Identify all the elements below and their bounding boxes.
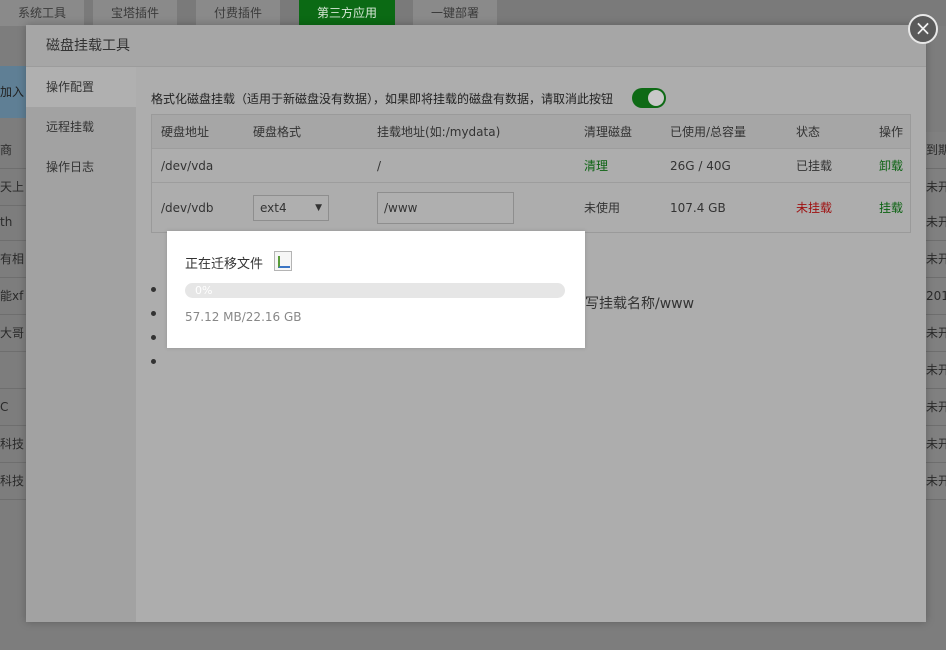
sidebar-item-operation-log[interactable]: 操作日志 (26, 147, 136, 187)
status-mounted: 已挂载 (796, 159, 833, 173)
background-row-left: th (0, 204, 26, 241)
header-clean: 清理磁盘 (584, 125, 633, 139)
header-status: 状态 (796, 125, 821, 139)
mount-path-cell (377, 183, 514, 232)
background-row-right: 未开 (926, 241, 946, 278)
header-format: 硬盘格式 (253, 125, 302, 139)
progress-percent: 0% (195, 284, 213, 297)
background-row-left (0, 352, 26, 389)
cell-clean: 未使用 (584, 201, 621, 215)
format-select-cell: ext4 ▼ (253, 183, 329, 232)
background-row-left: 科技 (0, 463, 26, 500)
background-row-left: 能xf (0, 278, 26, 315)
cell-device: /dev/vdb (161, 200, 214, 215)
format-select-value: ext4 (260, 200, 287, 215)
migration-progress-dialog: 正在迁移文件 0% 57.12 MB/22.16 GB (167, 231, 585, 348)
cell-device: /dev/vda (161, 158, 214, 173)
table-row: /dev/vdb ext4 ▼ 未使用 107.4 GB 未挂载 挂载 (152, 183, 910, 232)
caret-down-icon: ▼ (315, 202, 322, 213)
background-row-right: 2019 (926, 278, 946, 315)
background-row-right: 到期 (926, 132, 946, 169)
background-row-left: 天上 (0, 169, 26, 206)
close-icon[interactable]: × (908, 14, 938, 44)
background-tab-bar: 系统工具 宝塔插件 付费插件 第三方应用 一键部署 (0, 0, 946, 26)
list-item (151, 349, 169, 373)
background-row-right: 未开 (926, 352, 946, 389)
progress-size: 57.12 MB/22.16 GB (185, 310, 302, 324)
tab-third-party[interactable]: 第三方应用 (299, 0, 396, 26)
background-row-right: 未开 (926, 169, 946, 206)
tab-system-tools[interactable]: 系统工具 (0, 0, 85, 26)
header-usage: 已使用/总容量 (670, 125, 747, 139)
disk-table: 硬盘地址 硬盘格式 挂载地址(如:/mydata) 清理磁盘 已使用/总容量 状… (151, 114, 911, 233)
tab-one-click-deploy[interactable]: 一键部署 (413, 0, 498, 26)
background-row-right: 未开 (926, 426, 946, 463)
background-row-right: 未开 (926, 315, 946, 352)
table-header-row: 硬盘地址 硬盘格式 挂载地址(如:/mydata) 清理磁盘 已使用/总容量 状… (152, 115, 910, 149)
progress-title: 正在迁移文件 (185, 257, 264, 272)
background-row-left: 科技 (0, 426, 26, 463)
header-device: 硬盘地址 (161, 125, 210, 139)
toggle-knob (648, 90, 664, 106)
status-unmounted: 未挂载 (796, 201, 833, 215)
sidebar-item-remote-mount[interactable]: 远程挂载 (26, 107, 136, 147)
clean-link[interactable]: 清理 (584, 149, 608, 182)
modal-sidebar: 操作配置 远程挂载 操作日志 (26, 67, 136, 622)
note-text-fragment: 写挂载名称/www (585, 296, 695, 312)
background-row-left: 商 (0, 132, 26, 169)
bullet-icon (151, 311, 156, 316)
cell-usage: 26G / 40G (670, 158, 731, 173)
background-row-left: 大哥 (0, 315, 26, 352)
broken-image-icon (274, 251, 292, 271)
bullet-icon (151, 287, 156, 292)
background-notice-strip: 加入 (0, 66, 26, 118)
format-mount-label: 格式化磁盘挂载（适用于新磁盘没有数据），如果即将挂载的磁盘有数据，请取消此按钮 (151, 92, 614, 106)
tab-paid-plugins[interactable]: 付费插件 (196, 0, 281, 26)
background-row-right: 未开 (926, 204, 946, 241)
format-select[interactable]: ext4 ▼ (253, 194, 329, 221)
background-row-right: 未开 (926, 463, 946, 500)
header-action: 操作 (879, 125, 904, 139)
header-mount-path: 挂载地址(如:/mydata) (377, 125, 501, 139)
mount-path-input[interactable] (377, 191, 514, 224)
tab-bt-plugins[interactable]: 宝塔插件 (93, 0, 178, 26)
modal-title: 磁盘挂载工具 (26, 25, 926, 67)
cell-mount-path: / (377, 158, 382, 173)
cell-usage: 107.4 GB (670, 200, 726, 215)
bullet-icon (151, 359, 156, 364)
format-mount-toggle[interactable] (632, 88, 666, 108)
progress-bar: 0% (185, 283, 565, 298)
sidebar-item-operation-config[interactable]: 操作配置 (26, 67, 136, 107)
background-row-left: C (0, 389, 26, 426)
unmount-link[interactable]: 卸载 (879, 149, 903, 182)
background-row-right: 未开 (926, 389, 946, 426)
mount-link[interactable]: 挂载 (879, 183, 903, 232)
table-row: /dev/vda / 清理 26G / 40G 已挂载 卸载 (152, 149, 910, 183)
background-row-left: 有相 (0, 241, 26, 278)
bullet-icon (151, 335, 156, 340)
